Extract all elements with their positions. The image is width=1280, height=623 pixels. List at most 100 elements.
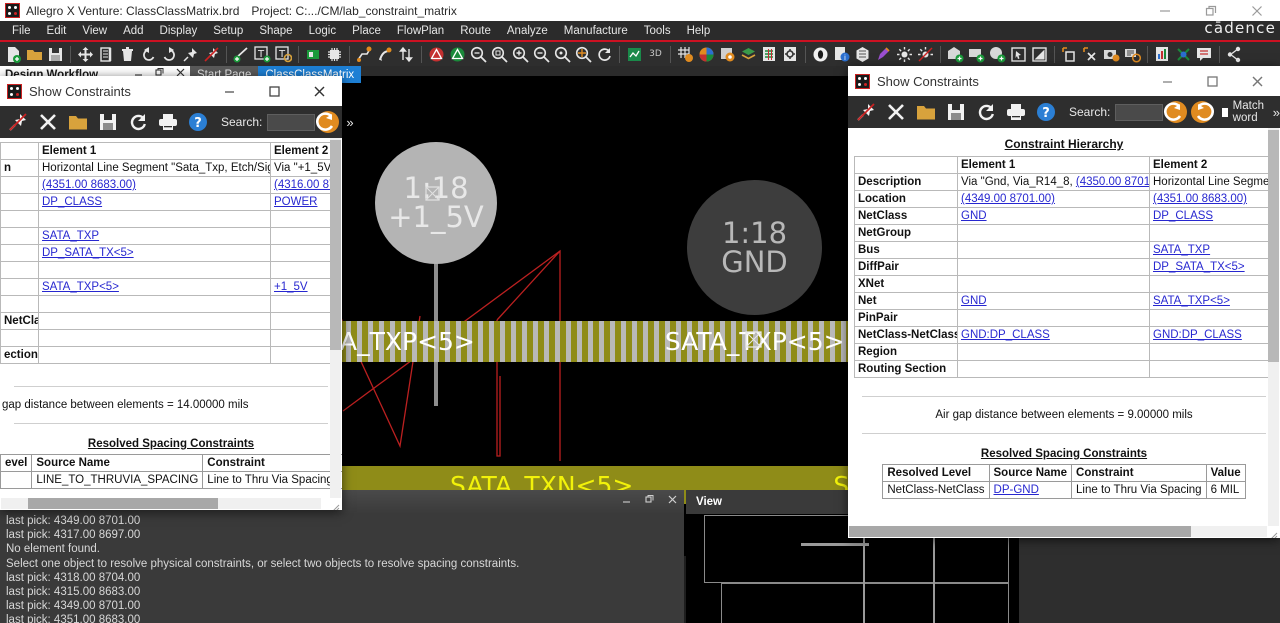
bus-link-e2[interactable]: SATA_TXP	[1153, 244, 1210, 256]
left-vertical-scroll-thumb[interactable]	[330, 140, 341, 350]
left-toolbar-overflow[interactable]: »	[346, 115, 353, 130]
color-icon[interactable]	[696, 43, 717, 65]
netclass-link-e1[interactable]: DP_CLASS	[42, 196, 102, 208]
console-log[interactable]: last pick: 4349.00 8701.00 last pick: 43…	[0, 514, 684, 623]
layer-icon[interactable]	[624, 43, 645, 65]
console-float-icon[interactable]	[644, 494, 655, 508]
pin-icon[interactable]	[180, 43, 201, 65]
window-minimize-button[interactable]	[1142, 0, 1188, 21]
zoom-out-icon[interactable]	[531, 43, 552, 65]
menu-route[interactable]: Route	[452, 21, 499, 40]
location-link-e2[interactable]: (4316.00 870	[274, 179, 332, 191]
share-icon[interactable]	[1224, 43, 1245, 65]
photo-icon[interactable]	[1101, 43, 1122, 65]
zoom-in-icon[interactable]	[510, 43, 531, 65]
menu-tools[interactable]: Tools	[636, 21, 679, 40]
add-shape-icon[interactable]	[945, 43, 966, 65]
show-constraints-window-right[interactable]: Show Constraints ? Search: Match word » …	[848, 66, 1280, 538]
quick-report-icon[interactable]	[1122, 43, 1143, 65]
print-icon[interactable]	[1001, 97, 1031, 127]
add-pin-icon[interactable]	[303, 43, 324, 65]
window-close-button[interactable]	[1234, 0, 1280, 21]
drc-on-icon[interactable]	[447, 43, 468, 65]
location-link-e1[interactable]: (4349.00 8701.00)	[961, 193, 1055, 205]
contrast-icon[interactable]	[1029, 43, 1050, 65]
save-icon[interactable]	[93, 107, 123, 137]
location-link-e1[interactable]: (4351.00 8683.00)	[42, 179, 136, 191]
menu-edit[interactable]: Edit	[39, 21, 75, 40]
swap-icon[interactable]	[396, 43, 417, 65]
console-minimize-icon[interactable]	[621, 494, 632, 508]
close-x-icon[interactable]	[33, 107, 63, 137]
right-resize-grip[interactable]	[1269, 527, 1278, 538]
match-word-checkbox[interactable]	[1222, 107, 1228, 117]
measure-info-icon[interactable]: i	[831, 43, 852, 65]
place-manual-icon[interactable]	[1059, 43, 1080, 65]
netclass-link-e2[interactable]: DP_CLASS	[1153, 210, 1213, 222]
add-line-icon[interactable]	[231, 43, 252, 65]
menu-add[interactable]: Add	[115, 21, 151, 40]
right-horizontal-scroll-thumb[interactable]	[849, 526, 1191, 537]
zoom-center-icon[interactable]	[573, 43, 594, 65]
pad-gnd[interactable]: 1:18 GND	[687, 180, 822, 315]
refresh-icon[interactable]	[594, 43, 615, 65]
diffpair-link-e2[interactable]: DP_SATA_TX<5>	[1153, 261, 1245, 273]
menu-display[interactable]: Display	[152, 21, 206, 40]
left-horizontal-scroll-thumb[interactable]	[28, 498, 218, 509]
help-icon[interactable]: ?	[1031, 97, 1061, 127]
right-maximize-button[interactable]	[1190, 66, 1235, 96]
select-rect-icon[interactable]	[1008, 43, 1029, 65]
menu-logic[interactable]: Logic	[301, 21, 345, 40]
shape-icon[interactable]	[810, 43, 831, 65]
zoom-window-icon[interactable]	[489, 43, 510, 65]
description-location-link[interactable]: (4350.00 8701.00)	[1076, 176, 1149, 188]
refresh-icon[interactable]	[971, 97, 1001, 127]
menu-analyze[interactable]: Analyze	[499, 21, 556, 40]
copy-icon[interactable]	[96, 43, 117, 65]
spreadsheet-icon[interactable]	[759, 43, 780, 65]
console-close-icon[interactable]	[667, 494, 678, 508]
open-folder-icon[interactable]	[24, 43, 45, 65]
net-link-e2[interactable]: +1_5V	[274, 281, 308, 293]
menu-shape[interactable]: Shape	[251, 21, 300, 40]
pin-icon[interactable]	[851, 97, 881, 127]
ruler-icon[interactable]	[852, 43, 873, 65]
view-3d-icon[interactable]: 3D	[645, 43, 666, 65]
menu-manufacture[interactable]: Manufacture	[556, 21, 636, 40]
left-close-button[interactable]	[297, 76, 342, 106]
move-icon[interactable]	[75, 43, 96, 65]
net-link-e2[interactable]: SATA_TXP<5>	[1153, 295, 1230, 307]
slide-icon[interactable]	[375, 43, 396, 65]
visibility-icon[interactable]	[717, 43, 738, 65]
redo-icon[interactable]	[159, 43, 180, 65]
netclass-link-e2[interactable]: POWER	[274, 196, 317, 208]
open-folder-icon[interactable]	[63, 107, 93, 137]
left-minimize-button[interactable]	[207, 76, 252, 106]
cross-probe-icon[interactable]	[1173, 43, 1194, 65]
diffpair-link-e1[interactable]: DP_SATA_TX<5>	[42, 247, 134, 259]
close-x-icon[interactable]	[881, 97, 911, 127]
resolved-source-link[interactable]: DP-GND	[994, 484, 1039, 496]
location-link-e2[interactable]: (4351.00 8683.00)	[1153, 193, 1247, 205]
right-close-button[interactable]	[1235, 66, 1280, 96]
find-previous-icon[interactable]	[1163, 97, 1189, 127]
light-on-icon[interactable]	[894, 43, 915, 65]
pad-plus-1-5v[interactable]: 1:18 +1_5V	[375, 142, 497, 264]
report-icon[interactable]	[1152, 43, 1173, 65]
netclass-netclass-link-e2[interactable]: GND:DP_CLASS	[1153, 329, 1242, 341]
net-link-e1[interactable]: GND	[961, 295, 987, 307]
menu-setup[interactable]: Setup	[205, 21, 251, 40]
delete-icon[interactable]	[117, 43, 138, 65]
open-folder-icon[interactable]	[911, 97, 941, 127]
save-icon[interactable]	[941, 97, 971, 127]
right-toolbar-overflow[interactable]: »	[1273, 105, 1280, 120]
add-component-icon[interactable]	[324, 43, 345, 65]
netclass-link-e1[interactable]: GND	[961, 210, 987, 222]
bus-link-e1[interactable]: SATA_TXP	[42, 230, 99, 242]
grid-icon[interactable]	[675, 43, 696, 65]
menu-flowplan[interactable]: FlowPlan	[389, 21, 452, 40]
settings-gear-icon[interactable]	[780, 43, 801, 65]
netclass-netclass-link-e1[interactable]: GND:DP_CLASS	[961, 329, 1050, 341]
print-icon[interactable]	[153, 107, 183, 137]
find-previous-icon[interactable]	[315, 107, 341, 137]
